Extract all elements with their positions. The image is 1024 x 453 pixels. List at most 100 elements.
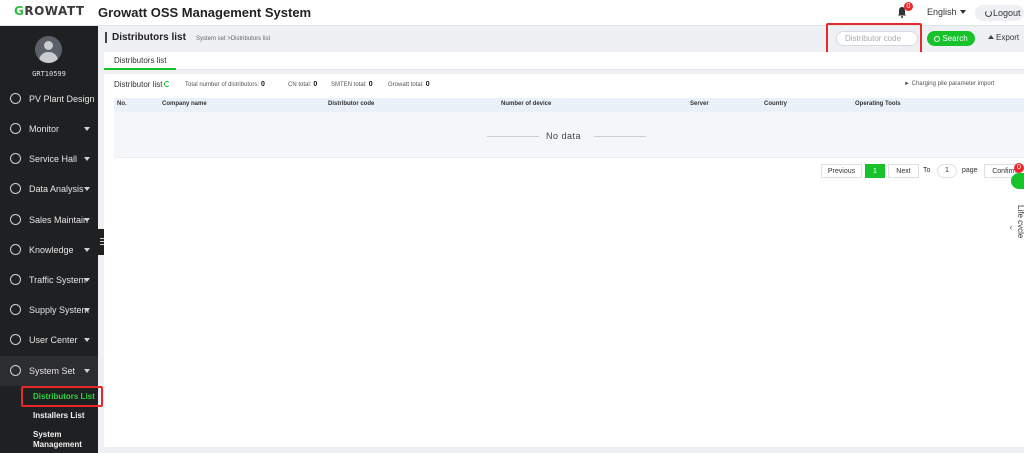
diamond-icon (10, 153, 21, 164)
sidebar-item-label: System Set (29, 366, 76, 376)
previous-button[interactable]: Previous (821, 164, 862, 178)
stat-value: 0 (368, 81, 373, 88)
chevron-down-icon (84, 278, 90, 282)
stat-smten: SMTEN total: 0 (331, 81, 373, 88)
logout-button[interactable]: Logout (975, 5, 1024, 21)
list-heading: Distributor list (114, 80, 171, 89)
language-select[interactable]: English (927, 7, 966, 17)
page-number-input[interactable]: 1 (937, 164, 957, 178)
sidebar-item-label: Supply System (29, 305, 90, 315)
search-icon (934, 36, 941, 42)
sidebar-item-knowledge[interactable]: Knowledge (0, 235, 98, 265)
export-button[interactable]: Export (988, 33, 1019, 42)
sidebar-item-label: User Center (29, 335, 78, 345)
box-icon (10, 304, 21, 315)
caret-down-icon (959, 10, 966, 14)
sidebar-subitem-system-management[interactable]: System Management (33, 430, 93, 450)
settings-icon (10, 365, 21, 376)
stat-label: SMTEN total: (331, 82, 367, 88)
list-heading-text: Distributor list (114, 80, 163, 89)
page-1-button[interactable]: 1 (865, 164, 885, 178)
stat-cn: CN total: 0 (288, 81, 317, 88)
column-header: Operating Tools (855, 101, 901, 107)
logout-label: Logout (993, 8, 1021, 18)
search-button[interactable]: Search (927, 31, 975, 46)
username: GRT10599 (32, 70, 66, 78)
no-data-text: No data (546, 131, 582, 141)
avatar[interactable] (35, 36, 62, 63)
chevron-down-icon (84, 338, 90, 342)
sidebar-item-user-center[interactable]: User Center (0, 325, 98, 355)
content-panel: Distributor list Total number of distrib… (104, 74, 1024, 447)
import-icon: ► (904, 81, 912, 87)
chevron-left-icon[interactable]: ‹ (1004, 218, 1018, 236)
page-label: page (962, 167, 978, 174)
stat-growatt: Growatt total: 0 (388, 81, 430, 88)
traffic-icon (10, 274, 21, 285)
sidebar: GRT10599 PV Plant Design Monitor Service… (0, 26, 103, 453)
pagination: Previous 1 Next To 1 page Confirm (114, 157, 1024, 183)
column-header: Company name (162, 101, 207, 107)
page-title: Distributors list (105, 32, 186, 43)
sidebar-item-label: Monitor (29, 124, 60, 134)
chevron-down-icon (84, 157, 90, 161)
breadcrumb: System set >Distributors list (196, 36, 271, 42)
sidebar-item-service-hall[interactable]: Service Hall (0, 144, 98, 174)
stat-label: Total number of distributors: (185, 82, 260, 88)
chevron-down-icon (84, 187, 90, 191)
stat-value: 0 (425, 81, 430, 88)
table-header: No. Company name Distributor code Number… (114, 98, 1024, 112)
tab-bar: Distributors list (104, 52, 1024, 70)
next-button[interactable]: Next (888, 164, 919, 178)
app-title: Growatt OSS Management System (98, 5, 312, 20)
chat-icon[interactable] (1011, 173, 1024, 189)
refresh-icon[interactable] (164, 81, 171, 87)
language-label: English (927, 7, 957, 17)
import-label: Charging pile parameter import (911, 81, 995, 87)
search-label: Search (942, 34, 968, 43)
sidebar-item-traffic-system[interactable]: Traffic System (0, 265, 98, 295)
export-label: Export (996, 33, 1020, 42)
growatt-logo: GROWATT (14, 4, 85, 18)
stat-label: Growatt total: (388, 82, 424, 88)
charging-pile-import-link[interactable]: ► Charging pile parameter import (904, 81, 994, 87)
user-icon (10, 334, 21, 345)
sidebar-item-pv-plant-design[interactable]: PV Plant Design (0, 84, 98, 114)
column-header: Server (690, 101, 709, 107)
sidebar-item-label: Knowledge (29, 245, 74, 255)
sidebar-item-supply-system[interactable]: Supply System (0, 295, 98, 325)
sidebar-item-system-set[interactable]: System Set (0, 356, 98, 386)
sun-icon (10, 93, 21, 104)
sidebar-subitem-installers-list[interactable]: Installers List (33, 411, 85, 420)
chevron-down-icon (84, 308, 90, 312)
power-icon (985, 10, 992, 17)
stat-label: CN total: (288, 82, 312, 88)
sidebar-item-label: Traffic System (29, 275, 87, 285)
network-icon (10, 214, 21, 225)
sidebar-item-sales-maintain[interactable]: Sales Maintain (0, 205, 98, 235)
chevron-down-icon (84, 248, 90, 252)
sidebar-item-label: Sales Maintain (29, 215, 89, 225)
monitor-icon (10, 123, 21, 134)
sidebar-item-data-analysis[interactable]: Data Analysis (0, 174, 98, 204)
column-header: Distributor code (328, 101, 375, 107)
sidebar-item-label: Data Analysis (29, 184, 84, 194)
sidebar-item-label: PV Plant Design (29, 94, 95, 104)
highlight-box (21, 386, 103, 407)
stat-total: Total number of distributors: 0 (185, 81, 265, 88)
chevron-down-icon (84, 218, 90, 222)
column-header: Number of device (501, 101, 552, 107)
tab-distributors-list[interactable]: Distributors list (104, 52, 177, 70)
chevron-down-icon (84, 369, 90, 373)
to-label: To (923, 167, 931, 174)
divider (487, 136, 539, 137)
logo-text: ROWATT (24, 4, 85, 18)
column-header: No. (117, 101, 127, 107)
column-header: Country (764, 101, 787, 107)
pie-chart-icon (10, 183, 21, 194)
float-badge: 0 (1014, 163, 1024, 173)
sidebar-item-monitor[interactable]: Monitor (0, 114, 98, 144)
stat-value: 0 (313, 81, 318, 88)
stat-value: 0 (261, 81, 265, 88)
upload-icon (988, 35, 994, 39)
